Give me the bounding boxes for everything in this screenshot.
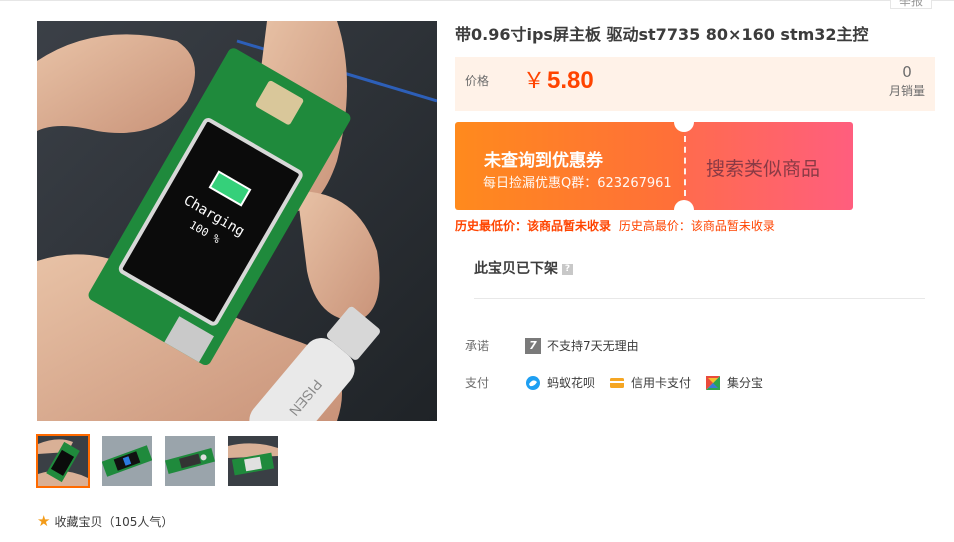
thumbnail-1[interactable] [36,434,90,488]
monthly-sales-label: 月销量 [888,84,925,98]
off-shelf-status: 此宝贝已下架 ? [474,258,573,278]
favorite-label: 收藏宝贝 [54,514,103,529]
thumbnail-2[interactable] [102,436,152,486]
payment-row: 支付 蚂蚁花呗 信用卡支付 集分宝 [465,374,777,391]
price-label: 价格 [465,74,490,88]
off-shelf-text: 此宝贝已下架 [474,261,558,277]
top-border [0,0,954,1]
jifenbao-icon [706,375,721,390]
divider [474,298,925,299]
price-amount: 5.80 [547,67,594,94]
promise-text: 不支持7天无理由 [547,339,639,353]
price-value: ￥5.80 [523,63,594,95]
coupon-banner: 未查询到优惠券 每日捡漏优惠Q群：623267961 搜索类似商品 [455,112,853,220]
star-icon: ★ [37,512,51,530]
payment-jifenbao[interactable]: 集分宝 [705,374,763,391]
seven-day-icon: 7 [525,337,541,354]
payment-huabei[interactable]: 蚂蚁花呗 [525,374,595,391]
price-box: 价格 ￥5.80 0 月销量 [455,57,935,111]
coupon-qq-group: 每日捡漏优惠Q群：623267961 [483,176,672,191]
search-similar-label[interactable]: 搜索类似商品 [706,154,820,181]
price-history: 历史最低价：该商品暂未收录 历史高最价：该商品暂未收录 [455,217,775,234]
promise-label: 承诺 [465,339,490,353]
monthly-sales-count: 0 [902,63,912,81]
promise-row: 承诺 7 不支持7天无理由 [465,337,639,354]
huabei-icon [526,375,540,390]
payment-credit-card[interactable]: 信用卡支付 [609,374,691,391]
favorite-item[interactable]: ★ 收藏宝贝 （105人气） [37,512,173,530]
product-title: 带0.96寸ips屏主板 驱动st7735 80×160 stm32主控 [455,25,869,44]
history-high: 历史高最价：该商品暂未收录 [618,219,775,233]
payment-label: 支付 [465,376,490,390]
report-link[interactable]: 举报 [889,0,932,9]
favorite-count: （105人气） [102,514,174,529]
coupon-notch-top [674,112,694,132]
payment-credit-card-label: 信用卡支付 [631,376,692,390]
help-icon[interactable]: ? [562,263,573,275]
thumbnail-4[interactable] [228,436,278,486]
currency-symbol: ￥ [523,68,546,93]
monthly-sales: 0 月销量 [889,63,925,101]
thumbnail-3[interactable] [165,436,215,486]
credit-card-icon [610,377,625,388]
coupon-divider [684,136,686,196]
payment-jifenbao-label: 集分宝 [727,376,764,390]
history-low: 历史最低价：该商品暂未收录 [455,219,612,233]
payment-huabei-label: 蚂蚁花呗 [547,376,596,390]
coupon-title: 未查询到优惠券 [484,151,603,171]
main-product-image[interactable]: Charging 100 % PISEN [37,21,437,421]
